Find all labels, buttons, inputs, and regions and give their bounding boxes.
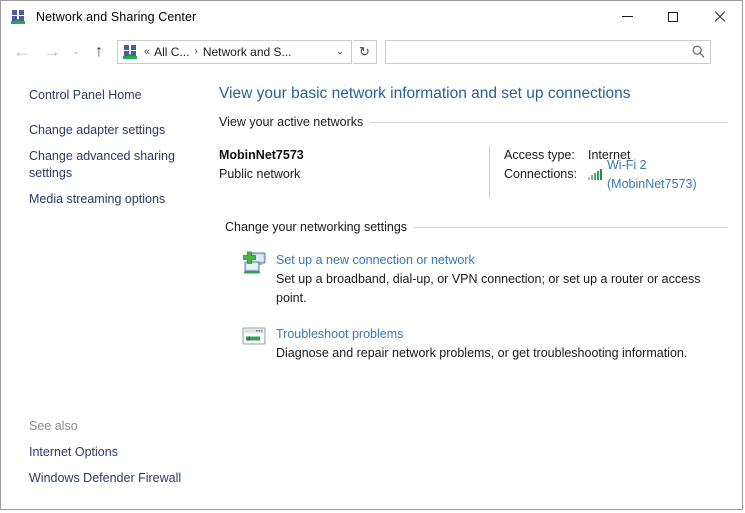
navigation-bar: ← → ⌄ ↑ « All C... › Network and S... ⌄ … — [1, 32, 742, 71]
task-set-up-new-connection[interactable]: Set up a new connection or network Set u… — [219, 250, 728, 308]
window-title: Network and Sharing Center — [36, 9, 197, 24]
active-networks-heading: View your active networks — [219, 115, 364, 129]
networking-settings-section: Change your networking settings Set up a… — [219, 220, 728, 363]
connections-label: Connections: — [504, 167, 577, 181]
active-networks-header: View your active networks — [219, 115, 728, 129]
network-name: MobinNet7573 — [219, 148, 304, 162]
header-rule — [370, 121, 728, 123]
sidebar-item-internet-options[interactable]: Internet Options — [1, 444, 213, 461]
back-button[interactable]: ← — [7, 37, 37, 67]
breadcrumb-item-all-control-panel[interactable]: All C... — [154, 45, 189, 59]
networking-settings-header: Change your networking settings — [225, 220, 728, 234]
minimize-icon — [621, 16, 633, 17]
search-icon[interactable] — [686, 41, 710, 63]
see-also-heading: See also — [29, 419, 78, 433]
breadcrumb-item-network-sharing[interactable]: Network and S... — [203, 45, 292, 59]
sidebar-item-windows-defender-firewall[interactable]: Windows Defender Firewall — [1, 470, 213, 487]
search-input[interactable] — [386, 44, 686, 59]
sidebar-item-media-streaming-options[interactable]: Media streaming options — [1, 191, 213, 208]
refresh-button[interactable]: ↻ — [353, 39, 377, 64]
network-sharing-center-window: Network and Sharing Center ← → ⌄ ↑ « All… — [0, 0, 743, 510]
window-body: Control Panel Home Change adapter settin… — [1, 71, 742, 509]
title-bar: Network and Sharing Center — [1, 1, 742, 32]
window-controls — [604, 1, 742, 32]
active-network-row: MobinNet7573 Public network Access type:… — [219, 146, 728, 198]
task-text: Set up a new connection or network Set u… — [276, 250, 728, 308]
sidebar-item-change-advanced-sharing-settings[interactable]: Change advanced sharing settings — [1, 148, 213, 182]
new-connection-icon — [241, 250, 267, 276]
address-bar[interactable]: « All C... › Network and S... ⌄ — [117, 39, 352, 64]
set-up-new-connection-link[interactable]: Set up a new connection or network — [276, 251, 728, 269]
maximize-button[interactable] — [650, 1, 696, 32]
maximize-icon — [668, 11, 678, 22]
troubleshoot-problems-link[interactable]: Troubleshoot problems — [276, 325, 687, 343]
wifi-signal-icon — [588, 169, 603, 180]
connection-link-wifi2[interactable]: Wi-Fi 2 (MobinNet7573) — [607, 156, 728, 194]
active-network-details: Access type: Internet Connections: Wi-Fi — [504, 146, 728, 198]
access-type-label: Access type: — [504, 148, 575, 162]
minimize-button[interactable] — [604, 1, 650, 32]
sidebar-item-control-panel-home[interactable]: Control Panel Home — [1, 87, 213, 104]
vertical-divider — [489, 146, 490, 198]
close-icon — [714, 11, 725, 22]
connections-row: Connections: Wi-Fi 2 (MobinNet7573) — [504, 158, 728, 191]
task-troubleshoot-problems[interactable]: Troubleshoot problems Diagnose and repai… — [219, 324, 728, 363]
network-icon — [11, 9, 27, 25]
networking-settings-heading: Change your networking settings — [225, 220, 408, 234]
breadcrumb-separator-icon: › — [194, 46, 198, 57]
sidebar: Control Panel Home Change adapter settin… — [1, 71, 213, 509]
breadcrumb-overflow-icon[interactable]: « — [144, 46, 150, 58]
search-box[interactable] — [385, 39, 711, 64]
troubleshoot-problems-description: Diagnose and repair network problems, or… — [276, 346, 688, 360]
set-up-new-connection-description: Set up a broadband, dial-up, or VPN conn… — [276, 272, 701, 305]
network-type: Public network — [219, 167, 301, 181]
chevron-down-icon[interactable]: ⌄ — [329, 41, 351, 63]
recent-locations-icon[interactable]: ⌄ — [67, 37, 85, 67]
header-rule — [414, 226, 728, 228]
sidebar-item-change-adapter-settings[interactable]: Change adapter settings — [1, 122, 213, 139]
active-network-identity: MobinNet7573 Public network — [219, 146, 489, 198]
up-button[interactable]: ↑ — [85, 37, 113, 67]
page-title: View your basic network information and … — [219, 85, 631, 102]
see-also-section: See also Internet Options Windows Defend… — [1, 418, 213, 487]
forward-button[interactable]: → — [37, 37, 67, 67]
task-text: Troubleshoot problems Diagnose and repai… — [276, 324, 687, 363]
troubleshoot-icon — [241, 324, 267, 350]
content-pane: View your basic network information and … — [213, 71, 742, 509]
close-button[interactable] — [696, 1, 742, 32]
address-network-icon — [123, 44, 139, 60]
